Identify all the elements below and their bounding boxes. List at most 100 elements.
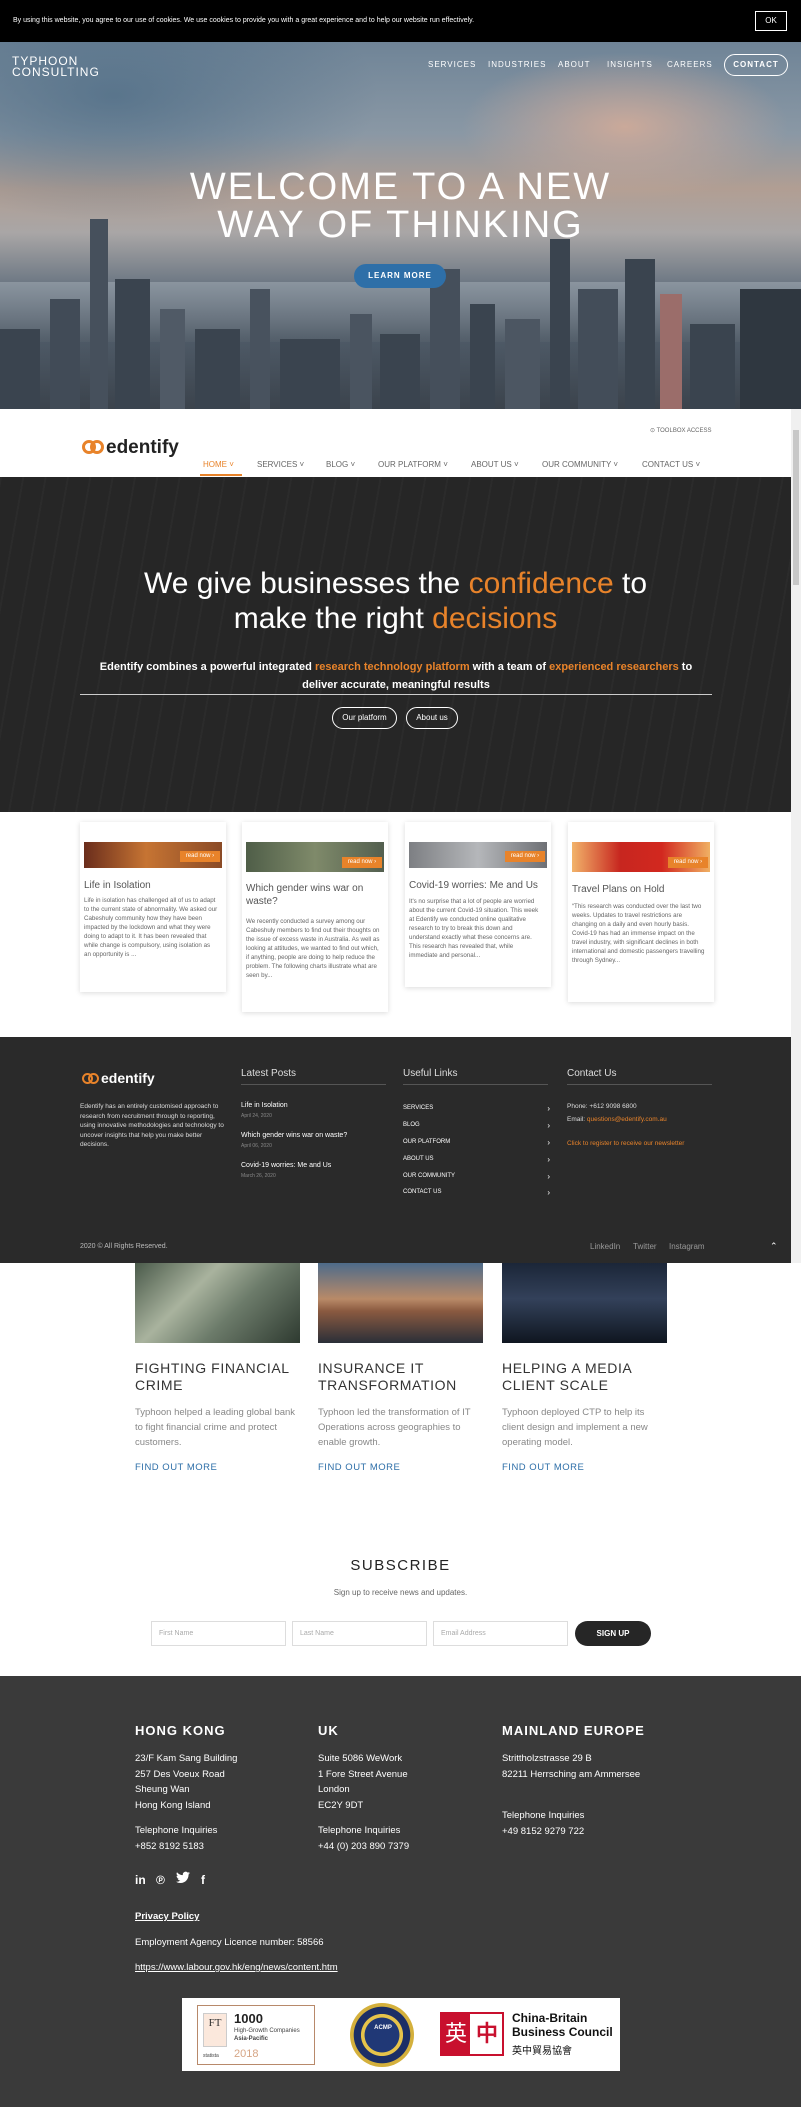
card-excerpt: We recently conducted a survey among our… — [246, 918, 380, 979]
edentify-headline: We give businesses the confidence to mak… — [0, 566, 791, 636]
privacy-policy-link[interactable]: Privacy Policy — [135, 1911, 199, 1922]
card-title[interactable]: Travel Plans on Hold — [572, 883, 710, 896]
office-phone: Telephone Inquiries +49 8152 9279 722 — [502, 1808, 584, 1839]
address-line: 23/F Kam Sang Building — [135, 1753, 238, 1764]
twitter-icon[interactable] — [176, 1871, 190, 1887]
phone-number[interactable]: +44 (0) 203 890 7379 — [318, 1839, 409, 1855]
phone-number[interactable]: +49 8152 9279 722 — [502, 1824, 584, 1840]
email-input[interactable]: Email Address — [433, 1621, 568, 1646]
hero-building — [380, 334, 420, 409]
footer-link-our-platform[interactable]: OUR PLATFORM › — [403, 1138, 550, 1147]
newsletter-link[interactable]: Click to register to receive our newslet… — [567, 1140, 684, 1147]
our-platform-button[interactable]: Our platform — [332, 707, 397, 729]
nav-services[interactable]: SERVICES — [428, 60, 476, 69]
footer-post-link[interactable]: Which gender wins war on waste? — [241, 1132, 347, 1139]
find-out-more-link[interactable]: FIND OUT MORE — [135, 1462, 217, 1473]
case-study-image[interactable] — [318, 1263, 483, 1343]
first-name-input[interactable]: First Name — [151, 1621, 286, 1646]
blog-card[interactable]: read now › Travel Plans on Hold “This re… — [568, 822, 714, 1002]
email-link[interactable]: questions@edentify.com.au — [587, 1116, 667, 1123]
ft-1000-logo: FT 1000 High-Growth Companies Asia-Pacif… — [197, 2005, 315, 2065]
ed-nav-contact-us[interactable]: CONTACT US ˅ — [642, 460, 700, 469]
latest-posts-heading: Latest Posts — [241, 1068, 297, 1079]
contact-us-heading: Contact Us — [567, 1068, 617, 1079]
read-now-button[interactable]: read now › — [342, 857, 382, 868]
phone-number[interactable]: +852 8192 5183 — [135, 1839, 217, 1855]
card-title[interactable]: Covid-19 worries: Me and Us — [409, 879, 547, 892]
instagram-link[interactable]: Instagram — [669, 1242, 705, 1251]
edentify-subhead: Edentify combines a powerful integrated … — [80, 658, 712, 694]
footer-post-link[interactable]: Life in Isolation — [241, 1102, 288, 1109]
footer-about-text: Edentify has an entirely customised appr… — [80, 1103, 224, 1148]
subhead-link[interactable]: research technology platform — [315, 661, 470, 673]
case-study-image[interactable] — [135, 1263, 300, 1343]
card-title[interactable]: Which gender wins war on waste? — [246, 882, 384, 908]
case-study-title-line: HELPING A MEDIA — [502, 1360, 633, 1376]
hero-building — [740, 289, 801, 409]
ed-nav-blog[interactable]: BLOG ˅ — [326, 460, 355, 469]
footer-post-link[interactable]: Covid-19 worries: Me and Us — [241, 1162, 331, 1169]
hero-building — [50, 299, 80, 409]
cookie-bar: By using this website, you agree to our … — [0, 0, 801, 42]
last-name-input[interactable]: Last Name — [292, 1621, 427, 1646]
case-study-title[interactable]: HELPING A MEDIA CLIENT SCALE — [502, 1360, 667, 1394]
chevron-right-icon: › — [547, 1155, 550, 1164]
subhead-link[interactable]: experienced researchers — [549, 661, 679, 673]
case-study-title[interactable]: INSURANCE IT TRANSFORMATION — [318, 1360, 483, 1394]
linkedin-link[interactable]: LinkedIn — [590, 1242, 620, 1251]
pinterest-icon[interactable]: ℗ — [156, 1873, 165, 1887]
chevron-right-icon: › — [547, 1188, 550, 1197]
case-study-title-line: CLIENT SCALE — [502, 1377, 609, 1393]
footer-link-blog[interactable]: BLOG › — [403, 1121, 550, 1130]
ed-nav-our-platform[interactable]: OUR PLATFORM ˅ — [378, 460, 448, 469]
ed-nav-our-community[interactable]: OUR COMMUNITY ˅ — [542, 460, 618, 469]
blog-card[interactable]: read now › Which gender wins war on wast… — [242, 822, 388, 1012]
blog-card[interactable]: read now › Covid-19 worries: Me and Us I… — [405, 822, 551, 987]
nav-industries[interactable]: INDUSTRIES — [488, 60, 546, 69]
about-us-button[interactable]: About us — [406, 707, 458, 729]
case-study-text: Typhoon helped a leading global bank to … — [135, 1407, 296, 1448]
scroll-to-top-icon[interactable]: ⌃ — [770, 1241, 778, 1252]
footer-post-date: March 26, 2020 — [241, 1173, 276, 1179]
facebook-icon[interactable]: f — [201, 1873, 205, 1887]
footer-link-services[interactable]: SERVICES › — [403, 1104, 550, 1113]
read-now-button[interactable]: read now › — [668, 857, 708, 868]
learn-more-button[interactable]: LEARN MORE — [354, 264, 446, 288]
sign-up-button[interactable]: SIGN UP — [575, 1621, 651, 1646]
twitter-link[interactable]: Twitter — [633, 1242, 657, 1251]
nav-careers[interactable]: CAREERS — [667, 60, 713, 69]
nav-about[interactable]: ABOUT — [558, 60, 591, 69]
frame-scrollbar-thumb[interactable] — [793, 430, 799, 585]
contact-button[interactable]: CONTACT — [724, 54, 788, 76]
acmp-seal — [350, 2003, 414, 2067]
find-out-more-link[interactable]: FIND OUT MORE — [318, 1462, 400, 1473]
case-study-title[interactable]: FIGHTING FINANCIAL CRIME — [135, 1360, 300, 1394]
headline-text: We give businesses the — [143, 567, 469, 600]
office-address: Strittholzstrasse 29 B 82211 Herrsching … — [502, 1751, 640, 1782]
read-now-button[interactable]: read now › — [505, 851, 545, 862]
labour-link[interactable]: https://www.labour.gov.hk/eng/news/conte… — [135, 1962, 338, 1973]
nav-insights[interactable]: INSIGHTS — [607, 60, 653, 69]
cbbc-name: China-Britain — [512, 2011, 588, 2025]
blog-card[interactable]: read now › Life in Isolation Life in iso… — [80, 822, 226, 992]
toolbox-access-link[interactable]: ⊙ TOOLBOX ACCESS — [650, 427, 712, 434]
footer-link-our-community[interactable]: OUR COMMUNITY › — [403, 1172, 550, 1181]
read-now-button[interactable]: read now › — [180, 851, 220, 862]
find-out-more-link[interactable]: FIND OUT MORE — [502, 1462, 584, 1473]
ed-nav-home[interactable]: HOME ˅ — [203, 460, 234, 469]
ed-nav-about-us[interactable]: ABOUT US ˅ — [471, 460, 519, 469]
footer-link-contact-us[interactable]: CONTACT US › — [403, 1188, 550, 1197]
edentify-footer-logo[interactable]: edentify — [82, 1070, 172, 1088]
edentify-logo[interactable]: edentify — [82, 437, 192, 459]
cbbc-char: 英 — [442, 2014, 470, 2054]
acmp-seal-text: ACMP — [374, 2025, 392, 2031]
card-title[interactable]: Life in Isolation — [84, 879, 222, 892]
typhoon-logo[interactable]: TYPHOON CONSULTING — [12, 55, 100, 78]
footer-link-about-us[interactable]: ABOUT US › — [403, 1155, 550, 1164]
cookie-ok-button[interactable]: OK — [755, 11, 787, 31]
chevron-right-icon: › — [547, 1172, 550, 1181]
ed-nav-services[interactable]: SERVICES ˅ — [257, 460, 304, 469]
linkedin-icon[interactable]: in — [135, 1873, 146, 1887]
office-heading: MAINLAND EUROPE — [502, 1723, 645, 1738]
case-study-image[interactable] — [502, 1263, 667, 1343]
